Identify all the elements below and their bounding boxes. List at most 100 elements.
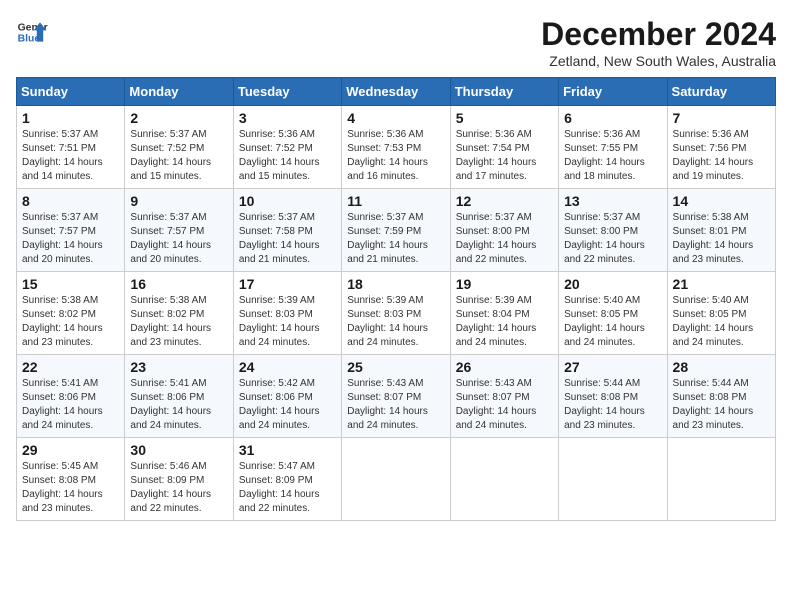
table-row: 15 Sunrise: 5:38 AMSunset: 8:02 PMDaylig… xyxy=(17,272,125,355)
table-row: 25 Sunrise: 5:43 AMSunset: 8:07 PMDaylig… xyxy=(342,355,450,438)
logo-icon: General Blue xyxy=(16,16,48,48)
day-number: 26 xyxy=(456,359,553,375)
table-row: 3 Sunrise: 5:36 AMSunset: 7:52 PMDayligh… xyxy=(233,106,341,189)
day-detail: Sunrise: 5:43 AMSunset: 8:07 PMDaylight:… xyxy=(456,378,537,431)
day-detail: Sunrise: 5:39 AMSunset: 8:03 PMDaylight:… xyxy=(239,295,320,348)
day-detail: Sunrise: 5:37 AMSunset: 8:00 PMDaylight:… xyxy=(456,212,537,265)
title-area: December 2024 Zetland, New South Wales, … xyxy=(541,16,776,69)
month-title: December 2024 xyxy=(541,16,776,53)
day-detail: Sunrise: 5:38 AMSunset: 8:01 PMDaylight:… xyxy=(673,212,754,265)
day-number: 10 xyxy=(239,193,336,209)
header-row: Sunday Monday Tuesday Wednesday Thursday… xyxy=(17,78,776,106)
day-number: 30 xyxy=(130,442,227,458)
table-row: 18 Sunrise: 5:39 AMSunset: 8:03 PMDaylig… xyxy=(342,272,450,355)
table-row: 1 Sunrise: 5:37 AMSunset: 7:51 PMDayligh… xyxy=(17,106,125,189)
day-number: 21 xyxy=(673,276,770,292)
day-detail: Sunrise: 5:37 AMSunset: 7:52 PMDaylight:… xyxy=(130,129,211,182)
table-row: 22 Sunrise: 5:41 AMSunset: 8:06 PMDaylig… xyxy=(17,355,125,438)
col-monday: Monday xyxy=(125,78,233,106)
day-number: 6 xyxy=(564,110,661,126)
calendar-row: 22 Sunrise: 5:41 AMSunset: 8:06 PMDaylig… xyxy=(17,355,776,438)
table-row: 7 Sunrise: 5:36 AMSunset: 7:56 PMDayligh… xyxy=(667,106,775,189)
location: Zetland, New South Wales, Australia xyxy=(541,53,776,69)
day-number: 22 xyxy=(22,359,119,375)
day-number: 28 xyxy=(673,359,770,375)
day-number: 20 xyxy=(564,276,661,292)
day-number: 27 xyxy=(564,359,661,375)
table-row: 19 Sunrise: 5:39 AMSunset: 8:04 PMDaylig… xyxy=(450,272,558,355)
table-row: 16 Sunrise: 5:38 AMSunset: 8:02 PMDaylig… xyxy=(125,272,233,355)
day-number: 23 xyxy=(130,359,227,375)
day-detail: Sunrise: 5:38 AMSunset: 8:02 PMDaylight:… xyxy=(130,295,211,348)
calendar-row: 1 Sunrise: 5:37 AMSunset: 7:51 PMDayligh… xyxy=(17,106,776,189)
day-number: 18 xyxy=(347,276,444,292)
day-number: 3 xyxy=(239,110,336,126)
day-detail: Sunrise: 5:41 AMSunset: 8:06 PMDaylight:… xyxy=(130,378,211,431)
day-detail: Sunrise: 5:37 AMSunset: 7:57 PMDaylight:… xyxy=(130,212,211,265)
table-row: 29 Sunrise: 5:45 AMSunset: 8:08 PMDaylig… xyxy=(17,438,125,521)
day-number: 17 xyxy=(239,276,336,292)
table-row xyxy=(667,438,775,521)
day-number: 2 xyxy=(130,110,227,126)
table-row: 24 Sunrise: 5:42 AMSunset: 8:06 PMDaylig… xyxy=(233,355,341,438)
table-row: 21 Sunrise: 5:40 AMSunset: 8:05 PMDaylig… xyxy=(667,272,775,355)
day-detail: Sunrise: 5:37 AMSunset: 8:00 PMDaylight:… xyxy=(564,212,645,265)
logo: General Blue xyxy=(16,16,48,48)
table-row: 5 Sunrise: 5:36 AMSunset: 7:54 PMDayligh… xyxy=(450,106,558,189)
day-detail: Sunrise: 5:40 AMSunset: 8:05 PMDaylight:… xyxy=(673,295,754,348)
day-number: 29 xyxy=(22,442,119,458)
day-number: 5 xyxy=(456,110,553,126)
table-row: 26 Sunrise: 5:43 AMSunset: 8:07 PMDaylig… xyxy=(450,355,558,438)
table-row: 20 Sunrise: 5:40 AMSunset: 8:05 PMDaylig… xyxy=(559,272,667,355)
table-row: 10 Sunrise: 5:37 AMSunset: 7:58 PMDaylig… xyxy=(233,189,341,272)
table-row: 17 Sunrise: 5:39 AMSunset: 8:03 PMDaylig… xyxy=(233,272,341,355)
table-row: 23 Sunrise: 5:41 AMSunset: 8:06 PMDaylig… xyxy=(125,355,233,438)
col-sunday: Sunday xyxy=(17,78,125,106)
col-wednesday: Wednesday xyxy=(342,78,450,106)
day-detail: Sunrise: 5:44 AMSunset: 8:08 PMDaylight:… xyxy=(673,378,754,431)
col-thursday: Thursday xyxy=(450,78,558,106)
calendar-row: 29 Sunrise: 5:45 AMSunset: 8:08 PMDaylig… xyxy=(17,438,776,521)
day-detail: Sunrise: 5:42 AMSunset: 8:06 PMDaylight:… xyxy=(239,378,320,431)
day-number: 11 xyxy=(347,193,444,209)
day-detail: Sunrise: 5:36 AMSunset: 7:53 PMDaylight:… xyxy=(347,129,428,182)
calendar-table: Sunday Monday Tuesday Wednesday Thursday… xyxy=(16,77,776,521)
calendar-row: 15 Sunrise: 5:38 AMSunset: 8:02 PMDaylig… xyxy=(17,272,776,355)
day-detail: Sunrise: 5:38 AMSunset: 8:02 PMDaylight:… xyxy=(22,295,103,348)
table-row: 4 Sunrise: 5:36 AMSunset: 7:53 PMDayligh… xyxy=(342,106,450,189)
day-number: 13 xyxy=(564,193,661,209)
day-number: 24 xyxy=(239,359,336,375)
day-number: 1 xyxy=(22,110,119,126)
day-detail: Sunrise: 5:43 AMSunset: 8:07 PMDaylight:… xyxy=(347,378,428,431)
day-detail: Sunrise: 5:36 AMSunset: 7:52 PMDaylight:… xyxy=(239,129,320,182)
table-row xyxy=(450,438,558,521)
day-number: 19 xyxy=(456,276,553,292)
table-row: 27 Sunrise: 5:44 AMSunset: 8:08 PMDaylig… xyxy=(559,355,667,438)
table-row: 31 Sunrise: 5:47 AMSunset: 8:09 PMDaylig… xyxy=(233,438,341,521)
day-detail: Sunrise: 5:44 AMSunset: 8:08 PMDaylight:… xyxy=(564,378,645,431)
day-detail: Sunrise: 5:39 AMSunset: 8:04 PMDaylight:… xyxy=(456,295,537,348)
day-number: 14 xyxy=(673,193,770,209)
col-friday: Friday xyxy=(559,78,667,106)
page-header: General Blue December 2024 Zetland, New … xyxy=(16,16,776,69)
day-number: 31 xyxy=(239,442,336,458)
table-row: 11 Sunrise: 5:37 AMSunset: 7:59 PMDaylig… xyxy=(342,189,450,272)
col-saturday: Saturday xyxy=(667,78,775,106)
day-detail: Sunrise: 5:37 AMSunset: 7:57 PMDaylight:… xyxy=(22,212,103,265)
day-detail: Sunrise: 5:37 AMSunset: 7:51 PMDaylight:… xyxy=(22,129,103,182)
day-detail: Sunrise: 5:47 AMSunset: 8:09 PMDaylight:… xyxy=(239,461,320,514)
day-number: 4 xyxy=(347,110,444,126)
day-number: 8 xyxy=(22,193,119,209)
table-row xyxy=(559,438,667,521)
day-detail: Sunrise: 5:37 AMSunset: 7:58 PMDaylight:… xyxy=(239,212,320,265)
table-row xyxy=(342,438,450,521)
table-row: 30 Sunrise: 5:46 AMSunset: 8:09 PMDaylig… xyxy=(125,438,233,521)
table-row: 6 Sunrise: 5:36 AMSunset: 7:55 PMDayligh… xyxy=(559,106,667,189)
day-detail: Sunrise: 5:36 AMSunset: 7:54 PMDaylight:… xyxy=(456,129,537,182)
day-number: 16 xyxy=(130,276,227,292)
table-row: 13 Sunrise: 5:37 AMSunset: 8:00 PMDaylig… xyxy=(559,189,667,272)
col-tuesday: Tuesday xyxy=(233,78,341,106)
day-detail: Sunrise: 5:36 AMSunset: 7:55 PMDaylight:… xyxy=(564,129,645,182)
table-row: 14 Sunrise: 5:38 AMSunset: 8:01 PMDaylig… xyxy=(667,189,775,272)
day-number: 9 xyxy=(130,193,227,209)
